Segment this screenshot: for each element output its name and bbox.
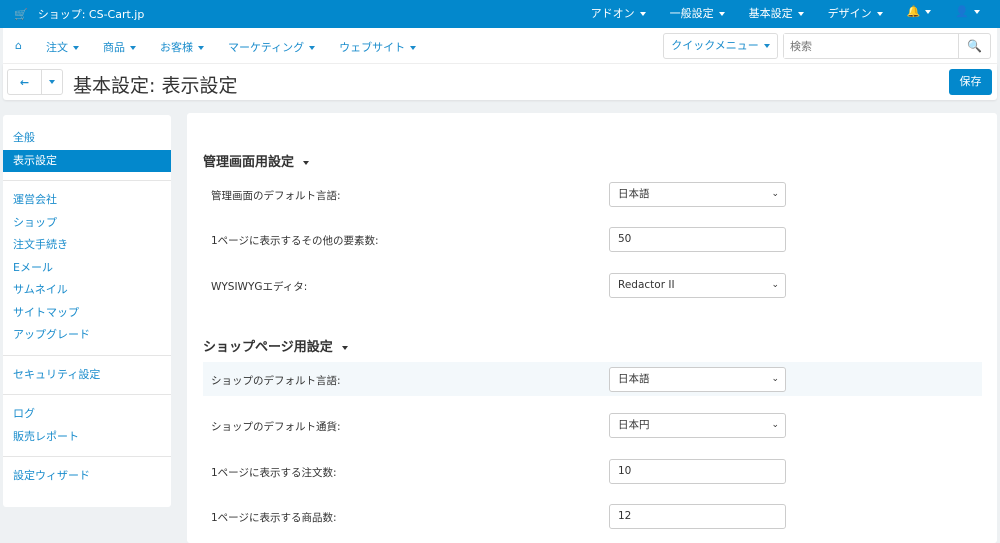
back-arrow-icon[interactable]: ← <box>8 70 42 94</box>
divider <box>3 180 171 181</box>
orders-per-page-input[interactable]: 10 <box>609 459 786 484</box>
sidebar-item-sales-reports[interactable]: 販売レポート <box>3 426 171 449</box>
sidebar-item-shop[interactable]: ショップ <box>3 212 171 235</box>
menu-settings[interactable]: 基本設定 <box>749 5 804 21</box>
sidebar-item-general[interactable]: 全般 <box>3 127 171 150</box>
sidebar-item-logs[interactable]: ログ <box>3 403 171 426</box>
admin-language-select[interactable]: 日本語 ⌄ <box>609 182 786 207</box>
store-language-select[interactable]: 日本語 ⌄ <box>609 367 786 392</box>
search-box: 🔍 <box>783 33 991 59</box>
wysiwyg-editor-select[interactable]: Redactor II ⌄ <box>609 273 786 298</box>
search-input[interactable] <box>784 34 959 58</box>
sidebar-item-sitemap[interactable]: サイトマップ <box>3 302 171 325</box>
section-storefront-toggle[interactable]: ショップページ用設定 <box>203 336 348 355</box>
nav-customers[interactable]: お客様 <box>160 39 204 55</box>
nav-marketing[interactable]: マーケティング <box>228 39 316 55</box>
setting-row: 管理画面のデフォルト言語: 日本語 ⌄ <box>203 177 982 211</box>
bell-icon[interactable]: 🔔 <box>907 5 932 21</box>
user-icon[interactable]: 👤 <box>955 5 980 21</box>
nav-orders[interactable]: 注文 <box>46 39 79 55</box>
sidebar-item-email[interactable]: Eメール <box>3 257 171 280</box>
save-button[interactable]: 保存 <box>949 69 992 95</box>
menu-addons[interactable]: アドオン <box>591 5 646 21</box>
products-per-page-input[interactable]: 12 <box>609 504 786 529</box>
divider <box>3 456 171 457</box>
sidebar-item-setup-wizard[interactable]: 設定ウィザード <box>3 465 171 488</box>
search-icon[interactable]: 🔍 <box>958 34 990 58</box>
setting-row: ショップのデフォルト通貨: 日本円 ⌄ <box>203 408 982 442</box>
section-admin-toggle[interactable]: 管理画面用設定 <box>203 151 310 170</box>
shop-link[interactable]: 🛒 ショップ: CS-Cart.jp <box>14 6 144 22</box>
divider <box>3 394 171 395</box>
main-nav: ⌂ 注文 商品 お客様 マーケティング ウェブサイト クイックメニュー 🔍 <box>3 28 997 64</box>
setting-row: ショップのデフォルト言語: 日本語 ⌄ <box>203 362 982 396</box>
quick-menu-button[interactable]: クイックメニュー <box>663 33 778 59</box>
divider <box>3 354 171 356</box>
store-currency-select[interactable]: 日本円 ⌄ <box>609 413 786 438</box>
home-icon[interactable]: ⌂ <box>15 39 22 55</box>
nav-products[interactable]: 商品 <box>103 39 136 55</box>
settings-panel: 管理画面用設定 管理画面のデフォルト言語: 日本語 ⌄ 1ページに表示するその他の要… <box>187 113 997 543</box>
page-title: 基本設定: 表示設定 <box>73 75 238 97</box>
setting-row: 1ページに表示する商品数: 12 <box>203 499 982 533</box>
history-dropdown[interactable] <box>42 70 62 94</box>
admin-elements-per-page-input[interactable]: 50 <box>609 227 786 252</box>
sidebar-item-checkout[interactable]: 注文手続き <box>3 234 171 257</box>
top-bar: 🛒 ショップ: CS-Cart.jp アドオン 一般設定 基本設定 デザイン 🔔 … <box>0 0 1000 28</box>
menu-general[interactable]: 一般設定 <box>670 5 725 21</box>
sidebar-item-company[interactable]: 運営会社 <box>3 189 171 212</box>
menu-design[interactable]: デザイン <box>828 5 883 21</box>
setting-row: 1ページに表示する注文数: 10 <box>203 454 982 488</box>
sidebar-item-security[interactable]: セキュリティ設定 <box>3 364 171 387</box>
setting-row: 1ページに表示するその他の要素数: 50 <box>203 222 982 256</box>
toolbar: ← 基本設定: 表示設定 保存 <box>3 64 997 100</box>
cart-icon: 🛒 <box>14 7 28 21</box>
sidebar-item-upgrade[interactable]: アップグレード <box>3 324 171 347</box>
setting-row: WYSIWYGエディタ: Redactor II ⌄ <box>203 268 982 302</box>
sidebar-item-thumbnails[interactable]: サムネイル <box>3 279 171 302</box>
nav-website[interactable]: ウェブサイト <box>339 39 417 55</box>
sidebar: 全般 表示設定 運営会社 ショップ 注文手続き Eメール サムネイル サイトマッ… <box>3 115 171 507</box>
sidebar-item-appearance[interactable]: 表示設定 <box>3 149 171 172</box>
